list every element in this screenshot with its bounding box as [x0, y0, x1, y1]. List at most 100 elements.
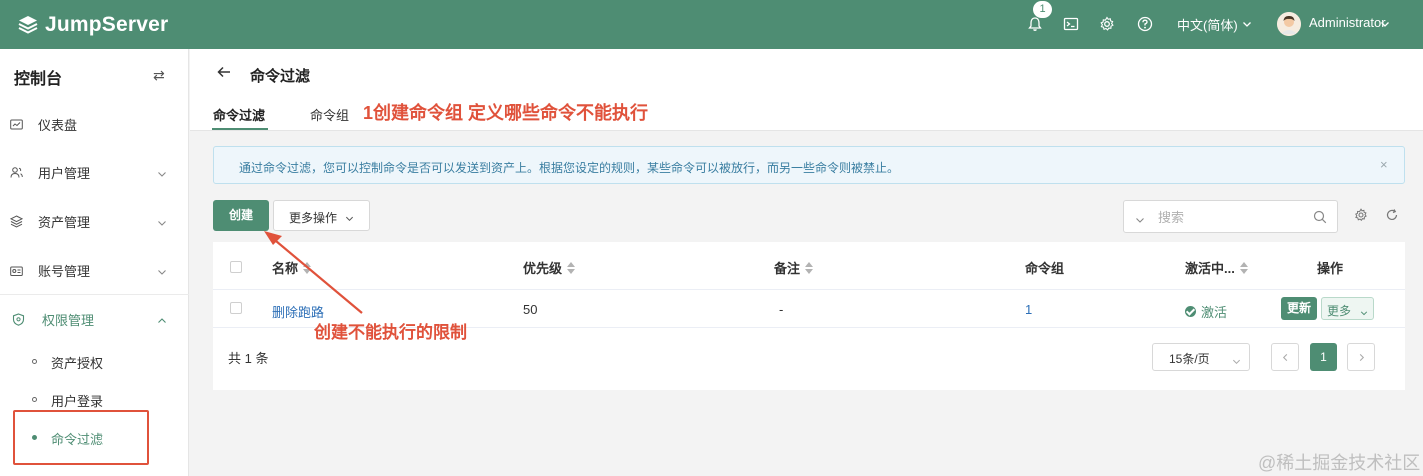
chevron-down-icon: [157, 265, 167, 275]
page-title: 命令过滤: [250, 68, 311, 85]
sidebar-item-label: 账号管理: [38, 263, 91, 279]
chevron-up-icon: [157, 314, 167, 324]
create-button[interactable]: 创建: [213, 200, 269, 231]
column-header-command-groups: 命令组: [1025, 258, 1064, 277]
chevron-down-icon[interactable]: [1242, 17, 1252, 27]
sidebar-item-assets[interactable]: 资产管理: [0, 203, 189, 239]
gear-icon[interactable]: [1099, 16, 1115, 32]
sidebar-item-permissions[interactable]: 权限管理: [0, 301, 189, 337]
check-circle-icon: [1185, 306, 1196, 317]
notification-badge: 1: [1033, 1, 1052, 18]
annotation-text-top: 1创建命令组 定义哪些命令不能执行: [363, 103, 649, 123]
column-header-priority[interactable]: 优先级: [523, 258, 576, 277]
status-badge: 激活: [1185, 302, 1227, 321]
sort-icon[interactable]: [302, 261, 312, 274]
sidebar-subitem-label: 用户登录: [51, 394, 104, 409]
dashboard-icon: [10, 118, 23, 131]
sidebar-item-label: 用户管理: [38, 165, 91, 181]
search-input[interactable]: [1158, 207, 1298, 227]
sidebar-title: 控制台: [14, 71, 63, 88]
sort-icon[interactable]: [566, 261, 576, 274]
bell-icon[interactable]: [1027, 16, 1043, 32]
column-header-actions: 操作: [1317, 258, 1343, 277]
page-size-select[interactable]: 15条/页: [1152, 343, 1250, 371]
assets-icon: [9, 214, 24, 228]
chevron-down-icon: [157, 216, 167, 226]
column-label: 名称: [272, 261, 299, 276]
more-actions-button[interactable]: 更多操作: [273, 200, 370, 231]
table-card: 名称 优先级 备注 命令组 激活中... 操作 删除跑路 50 - 1 激活 更…: [213, 242, 1405, 390]
bullet-icon: [32, 359, 37, 364]
update-button[interactable]: 更新: [1281, 297, 1317, 320]
bullet-icon: [32, 397, 37, 402]
row-more-label: 更多: [1327, 304, 1352, 318]
page-number-current[interactable]: 1: [1310, 343, 1337, 371]
active-tab-indicator: [212, 128, 268, 130]
switch-view-icon[interactable]: ⇄: [153, 67, 165, 84]
users-icon: [10, 166, 23, 179]
column-label: 命令组: [1025, 261, 1065, 276]
select-all-checkbox[interactable]: [230, 261, 242, 273]
column-header-comment[interactable]: 备注: [774, 258, 814, 277]
info-alert: 通过命令过滤，您可以控制命令是否可以发送到资产上。根据您设定的规则，某些命令可以…: [213, 146, 1405, 184]
alert-text: 通过命令过滤，您可以控制命令是否可以发送到资产上。根据您设定的规则，某些命令可以…: [239, 161, 900, 175]
sidebar-item-label: 资产管理: [38, 214, 91, 230]
column-header-active[interactable]: 激活中...: [1185, 258, 1249, 277]
more-actions-label: 更多操作: [289, 211, 338, 225]
column-label: 激活中...: [1185, 261, 1235, 276]
row-command-groups-link[interactable]: 1: [1025, 302, 1032, 317]
language-selector[interactable]: 中文(简体): [1177, 15, 1238, 34]
shield-icon: [12, 312, 25, 326]
refresh-icon[interactable]: [1385, 208, 1399, 222]
row-more-button[interactable]: 更多: [1321, 297, 1374, 320]
logo-text: JumpServer: [45, 12, 169, 36]
row-checkbox[interactable]: [230, 302, 242, 314]
sidebar-subitem-asset-permission[interactable]: 资产授权: [0, 344, 189, 378]
chevron-down-icon: [345, 212, 354, 222]
terminal-icon[interactable]: [1063, 16, 1079, 32]
logo[interactable]: JumpServer: [17, 13, 168, 37]
annotation-text-middle: 创建不能执行的限制: [314, 323, 467, 342]
chevron-down-icon[interactable]: [1380, 17, 1390, 27]
column-label: 备注: [774, 261, 801, 276]
sidebar-subitem-label: 资产授权: [51, 356, 104, 371]
sidebar-divider: [0, 294, 189, 295]
page-size-label: 15条/页: [1169, 352, 1210, 366]
search-box[interactable]: [1123, 200, 1338, 233]
next-page-button[interactable]: [1347, 343, 1375, 371]
tab-command-filter[interactable]: 命令过滤: [213, 105, 265, 124]
jumpserver-logo-icon: [17, 14, 39, 36]
page-header: 命令过滤 命令过滤 命令组 1创建命令组 定义哪些命令不能执行: [190, 49, 1423, 131]
prev-page-button[interactable]: [1271, 343, 1299, 371]
annotation-highlight-box: [13, 410, 149, 465]
avatar[interactable]: [1277, 12, 1301, 36]
accounts-icon: [10, 264, 23, 277]
tab-command-group[interactable]: 命令组: [310, 105, 349, 124]
chevron-down-icon: [1232, 354, 1241, 365]
sort-icon[interactable]: [804, 261, 814, 274]
chevron-down-icon[interactable]: [1135, 213, 1145, 223]
help-icon[interactable]: [1137, 16, 1153, 32]
sidebar-item-accounts[interactable]: 账号管理: [0, 252, 189, 288]
status-label: 激活: [1201, 305, 1228, 320]
chevron-down-icon: [1360, 306, 1368, 316]
sidebar-item-label: 仪表盘: [38, 117, 78, 133]
back-arrow-icon[interactable]: [216, 64, 232, 80]
sidebar-item-label: 权限管理: [42, 312, 95, 328]
settings-icon[interactable]: [1354, 208, 1368, 222]
column-label: 优先级: [523, 261, 563, 276]
user-name[interactable]: Administrator: [1309, 15, 1386, 30]
total-count: 共 1 条: [228, 351, 269, 366]
column-label: 操作: [1317, 261, 1344, 276]
row-priority: 50: [523, 302, 538, 317]
table-header: 名称 优先级 备注 命令组 激活中... 操作: [213, 242, 1405, 290]
watermark: @稀土掘金技术社区: [1258, 453, 1421, 473]
sidebar-item-users[interactable]: 用户管理: [0, 154, 189, 190]
sort-icon[interactable]: [1239, 261, 1249, 274]
search-icon[interactable]: [1313, 210, 1327, 224]
chevron-down-icon: [157, 167, 167, 177]
column-header-name[interactable]: 名称: [272, 258, 312, 277]
row-comment: -: [779, 302, 784, 317]
close-icon[interactable]: ×: [1380, 157, 1388, 172]
sidebar-item-dashboard[interactable]: 仪表盘: [0, 106, 189, 142]
